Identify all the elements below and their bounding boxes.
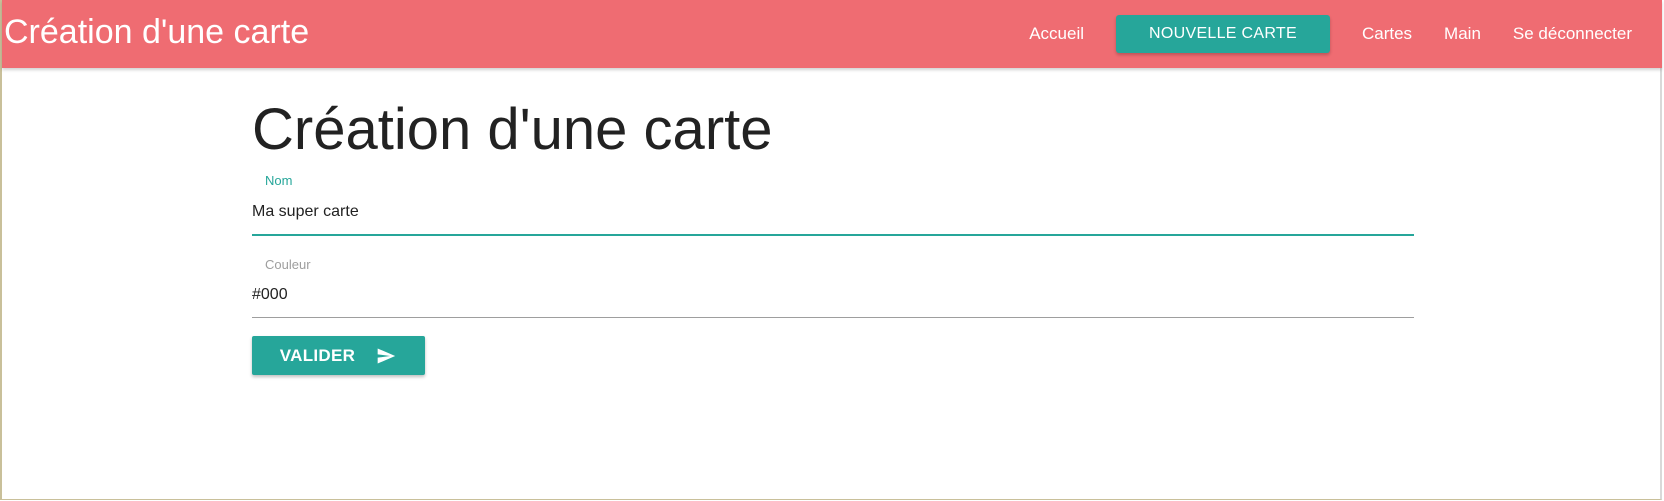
nav-links: Accueil NOUVELLE CARTE Cartes Main Se dé… xyxy=(1013,0,1648,68)
send-icon xyxy=(377,348,396,363)
nav-link-cartes[interactable]: Cartes xyxy=(1346,24,1428,44)
valider-button[interactable]: VALIDER xyxy=(252,336,425,375)
app-window: Création d'une carte Accueil NOUVELLE CA… xyxy=(0,0,1662,500)
couleur-field: Couleur xyxy=(252,254,1414,320)
nav-link-accueil[interactable]: Accueil xyxy=(1013,24,1100,44)
couleur-underline xyxy=(252,317,1414,318)
valider-label: VALIDER xyxy=(279,345,356,365)
brand-title[interactable]: Création d'une carte xyxy=(4,10,309,54)
nav-link-main[interactable]: Main xyxy=(1428,24,1497,44)
top-navbar: Création d'une carte Accueil NOUVELLE CA… xyxy=(2,0,1662,68)
nouvelle-carte-button[interactable]: NOUVELLE CARTE xyxy=(1116,15,1330,53)
couleur-label: Couleur xyxy=(265,257,311,272)
couleur-input[interactable] xyxy=(252,283,1414,307)
nav-link-deconnexion[interactable]: Se déconnecter xyxy=(1497,24,1648,44)
nom-field: Nom xyxy=(252,170,1414,236)
page-title: Création d'une carte xyxy=(252,97,773,162)
nom-underline xyxy=(252,234,1414,236)
nom-input[interactable] xyxy=(252,200,1414,224)
nom-label: Nom xyxy=(265,173,293,188)
